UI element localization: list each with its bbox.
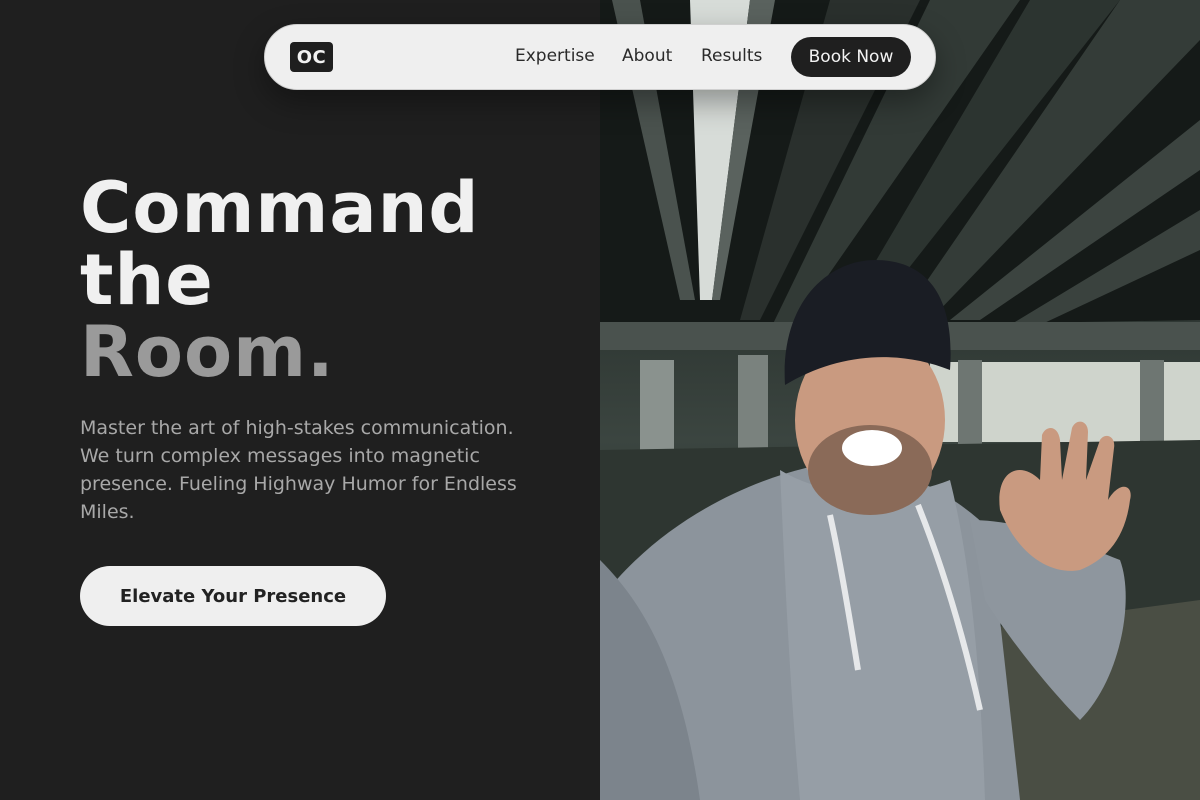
headline-line-2: the xyxy=(80,239,214,321)
hero-headline: Command the Room. xyxy=(80,172,480,388)
headline-line-1: Command xyxy=(80,167,480,249)
brand-logo[interactable]: OC xyxy=(290,42,333,72)
hero-left-panel: Command the Room. Master the art of high… xyxy=(0,0,600,800)
headline-line-3: Room. xyxy=(80,311,335,393)
hero-photo xyxy=(600,0,1200,800)
book-now-button[interactable]: Book Now xyxy=(791,37,911,77)
hero-subtitle: Master the art of high-stakes communicat… xyxy=(80,417,517,523)
top-navigation: OC Expertise About Results Book Now xyxy=(264,24,936,90)
elevate-presence-button[interactable]: Elevate Your Presence xyxy=(80,566,386,626)
nav-link-results[interactable]: Results xyxy=(701,46,762,66)
hero-photo-illustration xyxy=(600,0,1200,800)
nav-link-about[interactable]: About xyxy=(622,46,672,66)
nav-link-expertise[interactable]: Expertise xyxy=(515,46,595,66)
